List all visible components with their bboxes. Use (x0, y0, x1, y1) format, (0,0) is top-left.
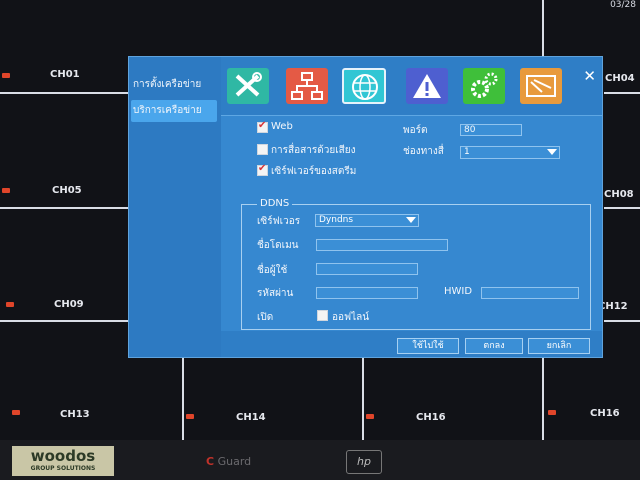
channel-label: CH13 (60, 409, 90, 420)
grid-line (362, 358, 364, 440)
hp-logo-icon: hp (346, 450, 382, 474)
grid-line (0, 92, 128, 94)
channel-label: CH08 (604, 189, 634, 200)
channel-label: ช่องทางสื่ (403, 146, 444, 157)
tab-tools[interactable] (227, 68, 269, 104)
grid-line (604, 92, 640, 94)
camera-record-icon (2, 188, 10, 193)
voice-checkbox[interactable] (257, 144, 268, 155)
server-select[interactable]: Dyndns (315, 214, 419, 227)
password-input[interactable] (316, 287, 418, 299)
channel-label: CH05 (52, 185, 82, 196)
gears-icon (471, 72, 498, 98)
divider (221, 115, 602, 116)
ok-button[interactable]: ตกลง (465, 338, 523, 354)
port-label: พอร์ต (403, 125, 428, 136)
globe-icon (352, 74, 378, 100)
channel-label: CH16 (416, 412, 446, 423)
grid-line (0, 207, 128, 209)
network-settings-dialog: การตั้งเครือข่าย บริการเครือข่าย ✕ ✔ Web… (128, 56, 603, 358)
tab-alarm[interactable] (406, 68, 448, 104)
camera-record-icon (366, 414, 374, 419)
web-checkbox[interactable] (257, 120, 268, 133)
sticker-text: woodos (30, 447, 96, 465)
camera-record-icon (2, 73, 10, 78)
username-input[interactable] (316, 263, 418, 275)
tab-network[interactable] (286, 68, 328, 104)
grid-line (604, 207, 640, 209)
username-label: ชื่อผู้ใช้ (257, 265, 288, 276)
camera-record-icon (186, 414, 194, 419)
stream-server-label: เซิร์ฟเวอร์ของสตรีม (271, 166, 357, 177)
domain-input[interactable] (316, 239, 448, 251)
clock-text: 03/28 (610, 0, 636, 10)
ddns-title: DDNS (257, 198, 293, 209)
close-button[interactable]: ✕ (583, 67, 596, 85)
grid-line (542, 358, 544, 440)
camera-record-icon (548, 410, 556, 415)
channel-label: CH04 (605, 73, 635, 84)
chevron-down-icon (547, 149, 557, 155)
apply-button[interactable]: ใช้ไปใช้ (397, 338, 459, 354)
grid-line (0, 320, 128, 322)
stream-server-checkbox[interactable] (257, 163, 268, 176)
channel-label: CH09 (54, 299, 84, 310)
port-input[interactable]: 80 (460, 124, 522, 136)
tools-icon (235, 72, 262, 97)
network-topology-icon (291, 72, 323, 100)
server-label: เซิร์ฟเวอร (257, 216, 301, 227)
channel-label: CH14 (236, 412, 266, 423)
enable-label: เปิด (257, 312, 274, 323)
brand-text: Guard (217, 455, 252, 468)
woodos-sticker: woodos GROUP SOLUTIONS (12, 446, 114, 476)
password-label: รหัสผ่าน (257, 288, 294, 299)
grid-line (182, 358, 184, 440)
voice-label: การสื่อสารด้วยเสียง (271, 145, 356, 156)
camera-record-icon (6, 302, 14, 307)
brand-logo-icon: C (206, 455, 215, 468)
channel-label: CH01 (50, 69, 80, 80)
brand-label: C Guard (206, 455, 251, 468)
web-label: Web (271, 121, 293, 132)
grid-line (542, 0, 544, 56)
sticker-subtext: GROUP SOLUTIONS (30, 465, 96, 472)
chevron-down-icon (406, 217, 416, 223)
channel-label: CH16 (590, 408, 620, 419)
cancel-button[interactable]: ยกเลิก (528, 338, 590, 354)
nav-item-network-services[interactable]: บริการเครือข่าย (131, 100, 217, 122)
camera-record-icon (12, 410, 20, 415)
server-value: Dyndns (319, 215, 354, 225)
tab-device[interactable] (463, 68, 505, 104)
warning-icon (413, 74, 441, 98)
tab-system[interactable] (520, 68, 562, 104)
hwid-label: HWID (444, 286, 473, 297)
domain-label: ชื่อโดเมน (257, 240, 299, 251)
left-nav: การตั้งเครือข่าย บริการเครือข่าย (129, 57, 221, 357)
nav-item-network-settings[interactable]: การตั้งเครือข่าย (131, 74, 217, 96)
hwid-input[interactable] (481, 287, 579, 299)
channel-value: 1 (464, 147, 470, 157)
offline-label: ออฟไลน์ (332, 312, 370, 323)
tab-network-services[interactable] (342, 68, 386, 104)
channel-select[interactable]: 1 (460, 146, 560, 159)
system-icon (526, 75, 556, 97)
grid-line (604, 320, 640, 322)
offline-checkbox[interactable] (317, 310, 328, 321)
